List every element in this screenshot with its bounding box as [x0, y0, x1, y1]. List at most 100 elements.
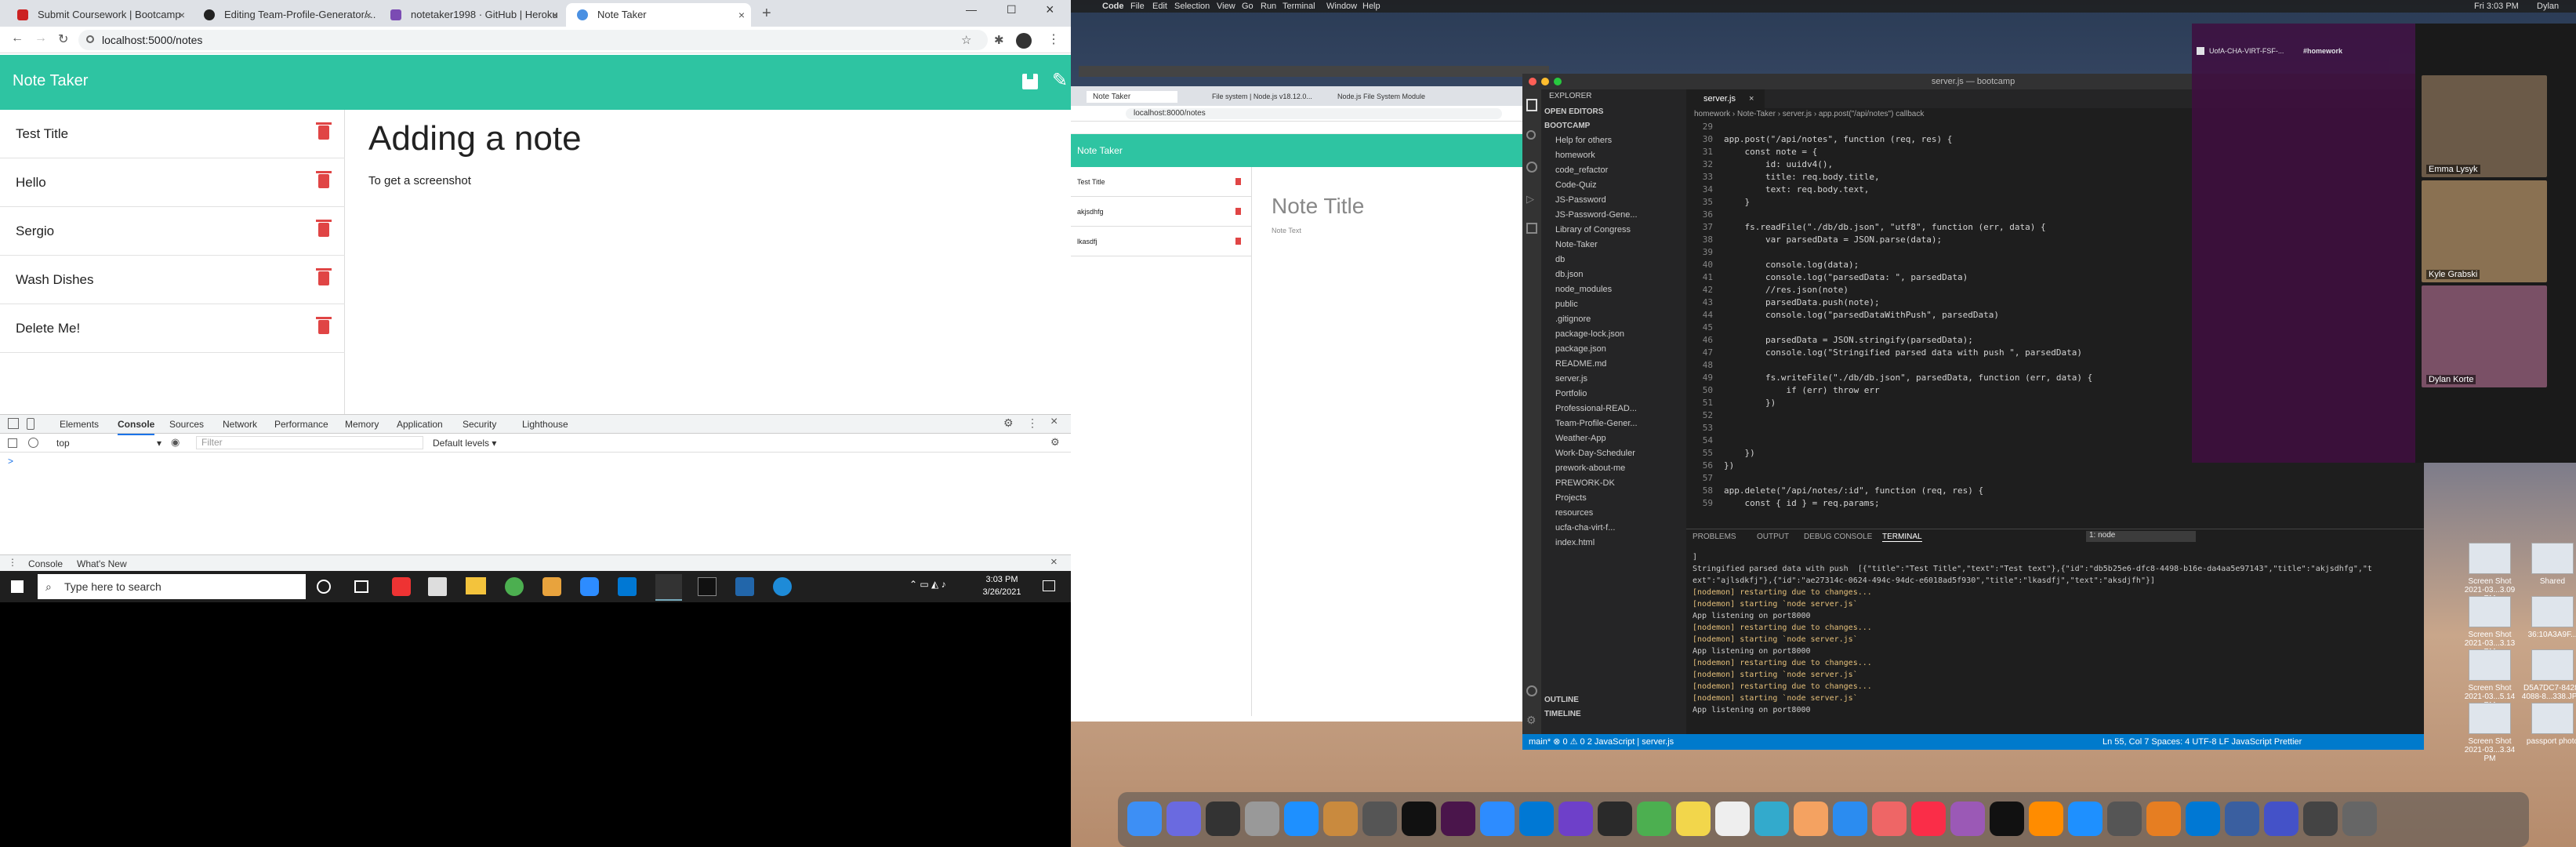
menu-item[interactable]: Terminal [1283, 0, 1315, 13]
tab-console-drawer[interactable]: Console [28, 558, 63, 569]
tree-item[interactable]: Team-Profile-Gener... [1541, 416, 1686, 431]
desktop-file[interactable]: 36:10A3A9F... [2521, 596, 2576, 639]
app-icon[interactable] [2107, 802, 2142, 836]
vscode-icon[interactable] [1519, 802, 1554, 836]
tab-problems[interactable]: PROBLEMS [1693, 533, 1736, 541]
app-icon[interactable] [1715, 802, 1750, 836]
trash-icon[interactable] [316, 317, 332, 334]
star-icon[interactable]: ☆ [961, 33, 971, 47]
close-icon[interactable]: × [179, 3, 185, 27]
folder-icon[interactable] [466, 577, 486, 594]
desktop-file[interactable]: passport photo [2521, 703, 2576, 746]
gear-icon[interactable]: ⚙ [1003, 416, 1014, 430]
participant-tile[interactable]: Kyle Grabski [2422, 180, 2547, 282]
tree-item[interactable]: server.js [1541, 372, 1686, 386]
note-title-input[interactable]: Adding a note [368, 119, 582, 158]
chrome-icon[interactable] [505, 577, 524, 596]
participant-tile[interactable]: Dylan Korte [2422, 285, 2547, 387]
tree-item[interactable]: index.html [1541, 536, 1686, 550]
menu-user[interactable]: Dylan [2537, 0, 2559, 13]
trash-icon[interactable] [316, 171, 332, 188]
tab-network[interactable]: Network [223, 415, 257, 434]
app-icon[interactable] [2146, 802, 2181, 836]
search-icon[interactable] [1526, 130, 1536, 140]
drawer-menu-icon[interactable]: ⋮ [8, 557, 17, 568]
terminal-icon[interactable] [1402, 802, 1436, 836]
terminal-icon[interactable] [698, 577, 717, 596]
app-store-icon[interactable] [2068, 802, 2103, 836]
url-input[interactable]: localhost:8000/notes [1126, 108, 1502, 119]
app-icon[interactable] [1754, 802, 1789, 836]
close-icon[interactable]: × [1050, 555, 1058, 569]
desktop-file[interactable]: Screen Shot 2021-03...3.09 PM [2458, 543, 2521, 603]
books-icon[interactable] [2029, 802, 2063, 836]
desktop-file[interactable]: Screen Shot 2021-03...3.13 PM [2458, 596, 2521, 656]
menu-clock[interactable]: Fri 3:03 PM [2474, 0, 2519, 13]
close-icon[interactable] [1529, 78, 1537, 85]
github-desktop-icon[interactable] [1558, 802, 1593, 836]
tree-item[interactable]: public [1541, 297, 1686, 311]
workspace-section[interactable]: BOOTCAMP [1541, 119, 1686, 133]
desktop-file[interactable]: Shared [2521, 543, 2576, 586]
app-icon[interactable] [735, 577, 754, 596]
tab-elements[interactable]: Elements [60, 415, 99, 434]
tree-item[interactable]: Professional-READ... [1541, 402, 1686, 416]
menu-item[interactable]: Go [1242, 0, 1254, 13]
trash-icon[interactable] [1235, 238, 1241, 245]
windows-start-icon[interactable] [11, 580, 24, 593]
task-view-icon[interactable] [354, 580, 368, 593]
list-item[interactable]: Test Title [1071, 167, 1251, 197]
calculator-icon[interactable] [428, 577, 447, 596]
tree-item[interactable]: JS-Password [1541, 193, 1686, 207]
menu-item[interactable]: Window [1326, 0, 1357, 13]
tab-application[interactable]: Application [397, 415, 443, 434]
status-right[interactable]: Ln 55, Col 7 Spaces: 4 UTF-8 LF JavaScri… [2103, 734, 2302, 750]
tree-item[interactable]: Work-Day-Scheduler [1541, 446, 1686, 460]
app-icon[interactable] [1872, 802, 1907, 836]
tree-item[interactable]: Help for others [1541, 133, 1686, 147]
tree-item[interactable]: prework-about-me [1541, 461, 1686, 475]
gear-icon[interactable]: ⚙ [1050, 436, 1060, 449]
timeline-section[interactable]: TIMELINE [1541, 707, 1686, 722]
tab-server-js[interactable]: server.js × [1686, 89, 1765, 108]
close-icon[interactable]: × [365, 3, 372, 27]
tree-item[interactable]: Library of Congress [1541, 223, 1686, 237]
breadcrumb[interactable]: homework › Note-Taker › server.js › app.… [1694, 110, 1924, 118]
menu-item[interactable]: File [1130, 0, 1145, 13]
filter-input[interactable]: Filter [196, 436, 423, 449]
app-title[interactable]: Note Taker [13, 72, 88, 90]
outline-section[interactable]: OUTLINE [1541, 693, 1686, 707]
browser-tab[interactable]: Node.js File System Module [1337, 93, 1425, 100]
tree-item[interactable]: package.json [1541, 342, 1686, 356]
maximize-icon[interactable] [1554, 78, 1562, 85]
tv-icon[interactable] [1990, 802, 2024, 836]
vscode-icon[interactable] [618, 577, 637, 596]
podcasts-icon[interactable] [1950, 802, 1985, 836]
tree-item[interactable]: db [1541, 253, 1686, 267]
tab-console[interactable]: Console [118, 415, 155, 435]
app-icon[interactable] [542, 577, 561, 596]
note-title-input[interactable]: Note Title [1272, 194, 1364, 219]
menu-item[interactable]: Help [1362, 0, 1381, 13]
tab-lighthouse[interactable]: Lighthouse [522, 415, 568, 434]
channel-name[interactable]: #homework [2303, 47, 2342, 55]
menu-item[interactable]: Code [1102, 0, 1124, 13]
app-icon[interactable] [2264, 802, 2298, 836]
close-icon[interactable]: × [1050, 415, 1058, 429]
tree-item[interactable]: ucfa-cha-virt-f... [1541, 521, 1686, 535]
participant-tile[interactable]: Emma Lysyk [2422, 75, 2547, 177]
zoom-icon[interactable] [580, 577, 599, 596]
tree-item[interactable]: README.md [1541, 357, 1686, 371]
back-icon[interactable]: ← [11, 31, 24, 45]
list-item[interactable]: Sergio [0, 207, 345, 256]
slack-icon[interactable] [1441, 802, 1475, 836]
files-icon[interactable] [1526, 99, 1537, 111]
menu-item[interactable]: Edit [1152, 0, 1167, 13]
tree-item[interactable]: code_refactor [1541, 163, 1686, 177]
tab-output[interactable]: OUTPUT [1757, 533, 1789, 541]
note-text-input[interactable]: To get a screenshot [368, 174, 471, 187]
siri-icon[interactable] [1166, 802, 1201, 836]
safari-icon[interactable] [1284, 802, 1319, 836]
menu-item[interactable]: Selection [1174, 0, 1210, 13]
account-icon[interactable] [1526, 685, 1537, 696]
